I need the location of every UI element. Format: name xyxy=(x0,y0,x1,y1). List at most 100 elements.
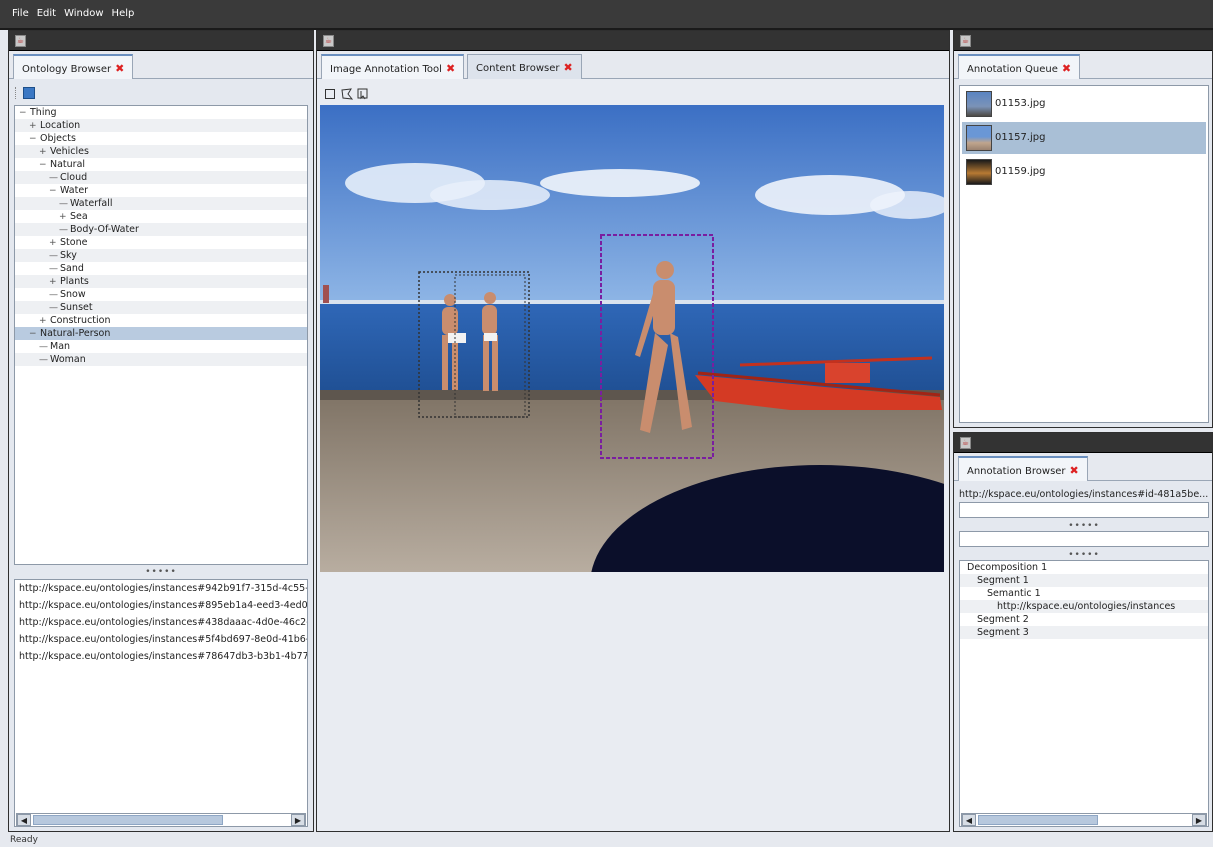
ontology-browser-panel: ☕ Ontology Browser ✖ − Thing + Location − Obje… xyxy=(8,30,314,832)
tree-node[interactable]: — Sunset xyxy=(15,301,307,314)
tab-content-browser[interactable]: Content Browser ✖ xyxy=(467,54,582,79)
close-icon[interactable]: ✖ xyxy=(563,61,572,74)
tree-node[interactable]: — Waterfall xyxy=(15,197,307,210)
search-field[interactable] xyxy=(959,531,1209,547)
splitter-handle[interactable]: ••••• xyxy=(959,521,1209,531)
thumbnail-image xyxy=(966,91,992,117)
tab-label: Ontology Browser xyxy=(22,64,112,75)
instance-uri-item[interactable]: http://kspace.eu/ontologies/instances#5f… xyxy=(15,631,307,648)
tree-node[interactable]: + Location xyxy=(15,119,307,132)
polygon-tool-icon[interactable] xyxy=(341,88,353,100)
tree-node-label: Cloud xyxy=(60,172,88,183)
tab-label: Annotation Queue xyxy=(967,64,1058,75)
tree-node[interactable]: + Construction xyxy=(15,314,307,327)
menu-edit[interactable]: Edit xyxy=(37,8,56,19)
close-icon[interactable]: ✖ xyxy=(446,62,455,75)
tree-node-label: Woman xyxy=(50,354,86,365)
tree-node[interactable]: − Objects xyxy=(15,132,307,145)
instance-uri-item[interactable]: http://kspace.eu/ontologies/instances#78… xyxy=(15,648,307,665)
scroll-thumb[interactable] xyxy=(33,815,223,825)
horizontal-scrollbar[interactable]: ◀ ▶ xyxy=(16,813,306,827)
menu-window[interactable]: Window xyxy=(64,8,103,19)
ontology-tree[interactable]: − Thing + Location − Objects + Vehicles − Natural… xyxy=(14,105,308,565)
tree-node[interactable]: − Natural xyxy=(15,158,307,171)
tree-node[interactable]: + Plants xyxy=(15,275,307,288)
annotation-queue-panel: ☕ Annotation Queue ✖ 01153.jpg 01157.jpg … xyxy=(953,30,1213,428)
annotation-browser-panel: ☕ Annotation Browser ✖ http://kspace.eu/o… xyxy=(953,432,1213,832)
drag-handle-icon xyxy=(15,87,18,99)
scroll-right-icon[interactable]: ▶ xyxy=(1192,814,1206,826)
tree-node-label: Snow xyxy=(60,289,86,300)
tab-label: Content Browser xyxy=(476,63,560,74)
decomposition-tree[interactable]: Decomposition 1 Segment 1 Semantic 1 http:/… xyxy=(959,560,1209,827)
queue-list[interactable]: 01153.jpg 01157.jpg 01159.jpg xyxy=(959,85,1209,423)
scroll-thumb[interactable] xyxy=(978,815,1098,825)
tree-node[interactable]: Segment 2 xyxy=(960,613,1208,626)
thumbnail-image xyxy=(966,159,992,185)
scroll-left-icon[interactable]: ◀ xyxy=(17,814,31,826)
panel-titlebar: ☕ xyxy=(317,31,949,51)
toolbar-icons xyxy=(15,86,55,100)
tree-node-label: Segment 3 xyxy=(977,627,1029,638)
instance-uri-item[interactable]: http://kspace.eu/ontologies/instances#89… xyxy=(15,597,307,614)
tree-node-label: Body-Of-Water xyxy=(70,224,139,235)
tree-node[interactable]: http://kspace.eu/ontologies/instances xyxy=(960,600,1208,613)
menu-file[interactable]: File xyxy=(12,8,29,19)
tree-node[interactable]: Segment 3 xyxy=(960,626,1208,639)
scroll-right-icon[interactable]: ▶ xyxy=(291,814,305,826)
tree-node[interactable]: − Water xyxy=(15,184,307,197)
tab-ontology-browser[interactable]: Ontology Browser ✖ xyxy=(13,54,134,79)
close-icon[interactable]: ✖ xyxy=(1070,464,1079,477)
tree-node[interactable]: Decomposition 1 xyxy=(960,561,1208,574)
instance-uri-item[interactable]: http://kspace.eu/ontologies/instances#94… xyxy=(15,580,307,597)
annotation-canvas[interactable] xyxy=(320,105,944,572)
tree-node-label: Segment 2 xyxy=(977,614,1029,625)
rectangle-tool-icon[interactable] xyxy=(325,89,335,99)
horizontal-scrollbar[interactable]: ◀ ▶ xyxy=(961,813,1207,827)
tree-node-label: Semantic 1 xyxy=(987,588,1041,599)
tree-node-label: http://kspace.eu/ontologies/instances xyxy=(997,601,1176,612)
splitter-handle-2[interactable]: ••••• xyxy=(959,550,1209,560)
tree-node[interactable]: — Cloud xyxy=(15,171,307,184)
file-name: 01157.jpg xyxy=(995,132,1046,143)
queue-item[interactable]: 01159.jpg xyxy=(962,156,1206,188)
tree-node[interactable]: — Woman xyxy=(15,353,307,366)
tree-node[interactable]: + Vehicles xyxy=(15,145,307,158)
tree-node[interactable]: − Thing xyxy=(15,106,307,119)
java-app-icon: ☕ xyxy=(960,35,971,47)
tree-node[interactable]: Segment 1 xyxy=(960,574,1208,587)
tree-node[interactable]: — Sky xyxy=(15,249,307,262)
tree-node[interactable]: − Natural-Person xyxy=(15,327,307,340)
close-icon[interactable]: ✖ xyxy=(1062,62,1071,75)
uri-field[interactable] xyxy=(959,502,1209,518)
tree-node-label: Objects xyxy=(40,133,76,144)
java-app-icon: ☕ xyxy=(323,35,334,47)
tree-node[interactable]: + Sea xyxy=(15,210,307,223)
tree-node[interactable]: — Body-Of-Water xyxy=(15,223,307,236)
queue-item[interactable]: 01153.jpg xyxy=(962,88,1206,120)
save-icon[interactable] xyxy=(23,87,35,99)
tree-node[interactable]: — Man xyxy=(15,340,307,353)
close-icon[interactable]: ✖ xyxy=(115,62,124,75)
tree-node-label: Waterfall xyxy=(70,198,113,209)
tab-image-annotation-tool[interactable]: Image Annotation Tool ✖ xyxy=(321,54,465,79)
queue-item-selected[interactable]: 01157.jpg xyxy=(962,122,1206,154)
tree-node[interactable]: Semantic 1 xyxy=(960,587,1208,600)
instance-uri-list[interactable]: http://kspace.eu/ontologies/instances#94… xyxy=(14,579,308,827)
splitter-handle[interactable]: ••••• xyxy=(14,567,308,577)
tree-node-label: Vehicles xyxy=(50,146,89,157)
tree-node-label: Construction xyxy=(50,315,111,326)
tab-annotation-queue[interactable]: Annotation Queue ✖ xyxy=(958,54,1081,79)
menu-help[interactable]: Help xyxy=(112,8,135,19)
scroll-left-icon[interactable]: ◀ xyxy=(962,814,976,826)
tree-node-label: Stone xyxy=(60,237,88,248)
java-app-icon: ☕ xyxy=(960,437,971,449)
tree-node[interactable]: + Stone xyxy=(15,236,307,249)
menu-bar: File Edit Window Help xyxy=(0,0,1213,30)
tab-annotation-browser[interactable]: Annotation Browser ✖ xyxy=(958,456,1088,481)
select-tool-icon[interactable] xyxy=(357,88,369,100)
beach-photo xyxy=(320,105,944,572)
tree-node[interactable]: — Snow xyxy=(15,288,307,301)
tree-node[interactable]: — Sand xyxy=(15,262,307,275)
instance-uri-item[interactable]: http://kspace.eu/ontologies/instances#43… xyxy=(15,614,307,631)
